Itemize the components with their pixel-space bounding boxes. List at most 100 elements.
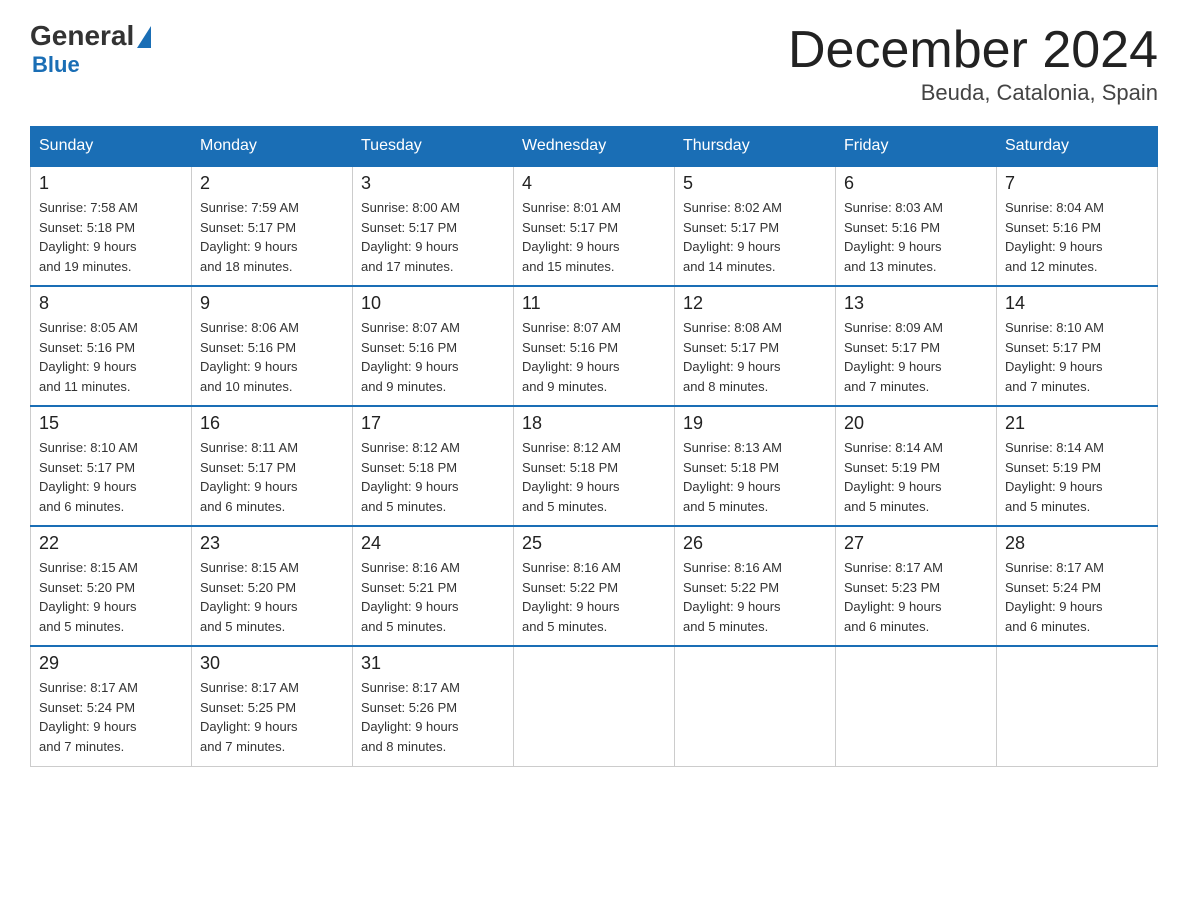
logo-triangle-icon: [137, 26, 151, 48]
table-row: 1 Sunrise: 7:58 AMSunset: 5:18 PMDayligh…: [31, 166, 192, 286]
logo: General Blue: [30, 20, 151, 78]
day-info: Sunrise: 8:04 AMSunset: 5:16 PMDaylight:…: [1005, 200, 1104, 274]
table-row: 9 Sunrise: 8:06 AMSunset: 5:16 PMDayligh…: [192, 286, 353, 406]
day-info: Sunrise: 8:10 AMSunset: 5:17 PMDaylight:…: [1005, 320, 1104, 394]
table-row: 23 Sunrise: 8:15 AMSunset: 5:20 PMDaylig…: [192, 526, 353, 646]
header-monday: Monday: [192, 127, 353, 167]
day-info: Sunrise: 8:15 AMSunset: 5:20 PMDaylight:…: [200, 560, 299, 634]
table-row: 2 Sunrise: 7:59 AMSunset: 5:17 PMDayligh…: [192, 166, 353, 286]
table-row: [997, 646, 1158, 766]
table-row: 20 Sunrise: 8:14 AMSunset: 5:19 PMDaylig…: [836, 406, 997, 526]
day-number: 8: [39, 293, 183, 314]
day-number: 24: [361, 533, 505, 554]
day-number: 1: [39, 173, 183, 194]
day-info: Sunrise: 7:59 AMSunset: 5:17 PMDaylight:…: [200, 200, 299, 274]
day-info: Sunrise: 8:03 AMSunset: 5:16 PMDaylight:…: [844, 200, 943, 274]
day-info: Sunrise: 8:00 AMSunset: 5:17 PMDaylight:…: [361, 200, 460, 274]
day-number: 18: [522, 413, 666, 434]
calendar-week-row: 22 Sunrise: 8:15 AMSunset: 5:20 PMDaylig…: [31, 526, 1158, 646]
day-number: 21: [1005, 413, 1149, 434]
calendar-week-row: 29 Sunrise: 8:17 AMSunset: 5:24 PMDaylig…: [31, 646, 1158, 766]
table-row: 25 Sunrise: 8:16 AMSunset: 5:22 PMDaylig…: [514, 526, 675, 646]
day-number: 27: [844, 533, 988, 554]
header-tuesday: Tuesday: [353, 127, 514, 167]
day-info: Sunrise: 8:12 AMSunset: 5:18 PMDaylight:…: [522, 440, 621, 514]
day-info: Sunrise: 8:17 AMSunset: 5:26 PMDaylight:…: [361, 680, 460, 754]
day-number: 5: [683, 173, 827, 194]
table-row: 3 Sunrise: 8:00 AMSunset: 5:17 PMDayligh…: [353, 166, 514, 286]
day-number: 23: [200, 533, 344, 554]
table-row: 10 Sunrise: 8:07 AMSunset: 5:16 PMDaylig…: [353, 286, 514, 406]
table-row: 5 Sunrise: 8:02 AMSunset: 5:17 PMDayligh…: [675, 166, 836, 286]
day-number: 11: [522, 293, 666, 314]
day-info: Sunrise: 8:15 AMSunset: 5:20 PMDaylight:…: [39, 560, 138, 634]
day-info: Sunrise: 8:01 AMSunset: 5:17 PMDaylight:…: [522, 200, 621, 274]
day-number: 12: [683, 293, 827, 314]
day-number: 29: [39, 653, 183, 674]
day-number: 17: [361, 413, 505, 434]
table-row: 17 Sunrise: 8:12 AMSunset: 5:18 PMDaylig…: [353, 406, 514, 526]
day-number: 7: [1005, 173, 1149, 194]
day-number: 6: [844, 173, 988, 194]
table-row: 14 Sunrise: 8:10 AMSunset: 5:17 PMDaylig…: [997, 286, 1158, 406]
table-row: 11 Sunrise: 8:07 AMSunset: 5:16 PMDaylig…: [514, 286, 675, 406]
table-row: 31 Sunrise: 8:17 AMSunset: 5:26 PMDaylig…: [353, 646, 514, 766]
day-number: 28: [1005, 533, 1149, 554]
day-number: 15: [39, 413, 183, 434]
day-info: Sunrise: 8:14 AMSunset: 5:19 PMDaylight:…: [1005, 440, 1104, 514]
table-row: 27 Sunrise: 8:17 AMSunset: 5:23 PMDaylig…: [836, 526, 997, 646]
day-info: Sunrise: 8:06 AMSunset: 5:16 PMDaylight:…: [200, 320, 299, 394]
day-info: Sunrise: 8:11 AMSunset: 5:17 PMDaylight:…: [200, 440, 298, 514]
day-info: Sunrise: 8:10 AMSunset: 5:17 PMDaylight:…: [39, 440, 138, 514]
calendar-week-row: 1 Sunrise: 7:58 AMSunset: 5:18 PMDayligh…: [31, 166, 1158, 286]
table-row: 12 Sunrise: 8:08 AMSunset: 5:17 PMDaylig…: [675, 286, 836, 406]
header-thursday: Thursday: [675, 127, 836, 167]
month-title: December 2024: [788, 20, 1158, 80]
table-row: [514, 646, 675, 766]
table-row: 13 Sunrise: 8:09 AMSunset: 5:17 PMDaylig…: [836, 286, 997, 406]
day-number: 13: [844, 293, 988, 314]
table-row: 8 Sunrise: 8:05 AMSunset: 5:16 PMDayligh…: [31, 286, 192, 406]
day-number: 10: [361, 293, 505, 314]
day-info: Sunrise: 8:17 AMSunset: 5:25 PMDaylight:…: [200, 680, 299, 754]
table-row: 7 Sunrise: 8:04 AMSunset: 5:16 PMDayligh…: [997, 166, 1158, 286]
table-row: 28 Sunrise: 8:17 AMSunset: 5:24 PMDaylig…: [997, 526, 1158, 646]
calendar-table: Sunday Monday Tuesday Wednesday Thursday…: [30, 126, 1158, 767]
day-number: 16: [200, 413, 344, 434]
day-info: Sunrise: 8:08 AMSunset: 5:17 PMDaylight:…: [683, 320, 782, 394]
day-number: 31: [361, 653, 505, 674]
table-row: 16 Sunrise: 8:11 AMSunset: 5:17 PMDaylig…: [192, 406, 353, 526]
day-info: Sunrise: 8:02 AMSunset: 5:17 PMDaylight:…: [683, 200, 782, 274]
day-info: Sunrise: 8:14 AMSunset: 5:19 PMDaylight:…: [844, 440, 943, 514]
header-saturday: Saturday: [997, 127, 1158, 167]
table-row: 19 Sunrise: 8:13 AMSunset: 5:18 PMDaylig…: [675, 406, 836, 526]
title-area: December 2024 Beuda, Catalonia, Spain: [788, 20, 1158, 106]
day-info: Sunrise: 8:17 AMSunset: 5:23 PMDaylight:…: [844, 560, 943, 634]
table-row: [836, 646, 997, 766]
day-number: 2: [200, 173, 344, 194]
calendar-week-row: 8 Sunrise: 8:05 AMSunset: 5:16 PMDayligh…: [31, 286, 1158, 406]
table-row: 6 Sunrise: 8:03 AMSunset: 5:16 PMDayligh…: [836, 166, 997, 286]
calendar-header-row: Sunday Monday Tuesday Wednesday Thursday…: [31, 127, 1158, 167]
day-info: Sunrise: 8:05 AMSunset: 5:16 PMDaylight:…: [39, 320, 138, 394]
day-number: 22: [39, 533, 183, 554]
day-info: Sunrise: 8:07 AMSunset: 5:16 PMDaylight:…: [522, 320, 621, 394]
day-info: Sunrise: 8:17 AMSunset: 5:24 PMDaylight:…: [39, 680, 138, 754]
table-row: 24 Sunrise: 8:16 AMSunset: 5:21 PMDaylig…: [353, 526, 514, 646]
day-number: 9: [200, 293, 344, 314]
day-number: 3: [361, 173, 505, 194]
header-friday: Friday: [836, 127, 997, 167]
table-row: [675, 646, 836, 766]
table-row: 4 Sunrise: 8:01 AMSunset: 5:17 PMDayligh…: [514, 166, 675, 286]
table-row: 21 Sunrise: 8:14 AMSunset: 5:19 PMDaylig…: [997, 406, 1158, 526]
day-info: Sunrise: 8:07 AMSunset: 5:16 PMDaylight:…: [361, 320, 460, 394]
day-number: 30: [200, 653, 344, 674]
table-row: 18 Sunrise: 8:12 AMSunset: 5:18 PMDaylig…: [514, 406, 675, 526]
day-number: 20: [844, 413, 988, 434]
day-number: 4: [522, 173, 666, 194]
day-info: Sunrise: 8:13 AMSunset: 5:18 PMDaylight:…: [683, 440, 782, 514]
day-info: Sunrise: 8:16 AMSunset: 5:22 PMDaylight:…: [522, 560, 621, 634]
location-title: Beuda, Catalonia, Spain: [788, 80, 1158, 106]
table-row: 26 Sunrise: 8:16 AMSunset: 5:22 PMDaylig…: [675, 526, 836, 646]
calendar-week-row: 15 Sunrise: 8:10 AMSunset: 5:17 PMDaylig…: [31, 406, 1158, 526]
